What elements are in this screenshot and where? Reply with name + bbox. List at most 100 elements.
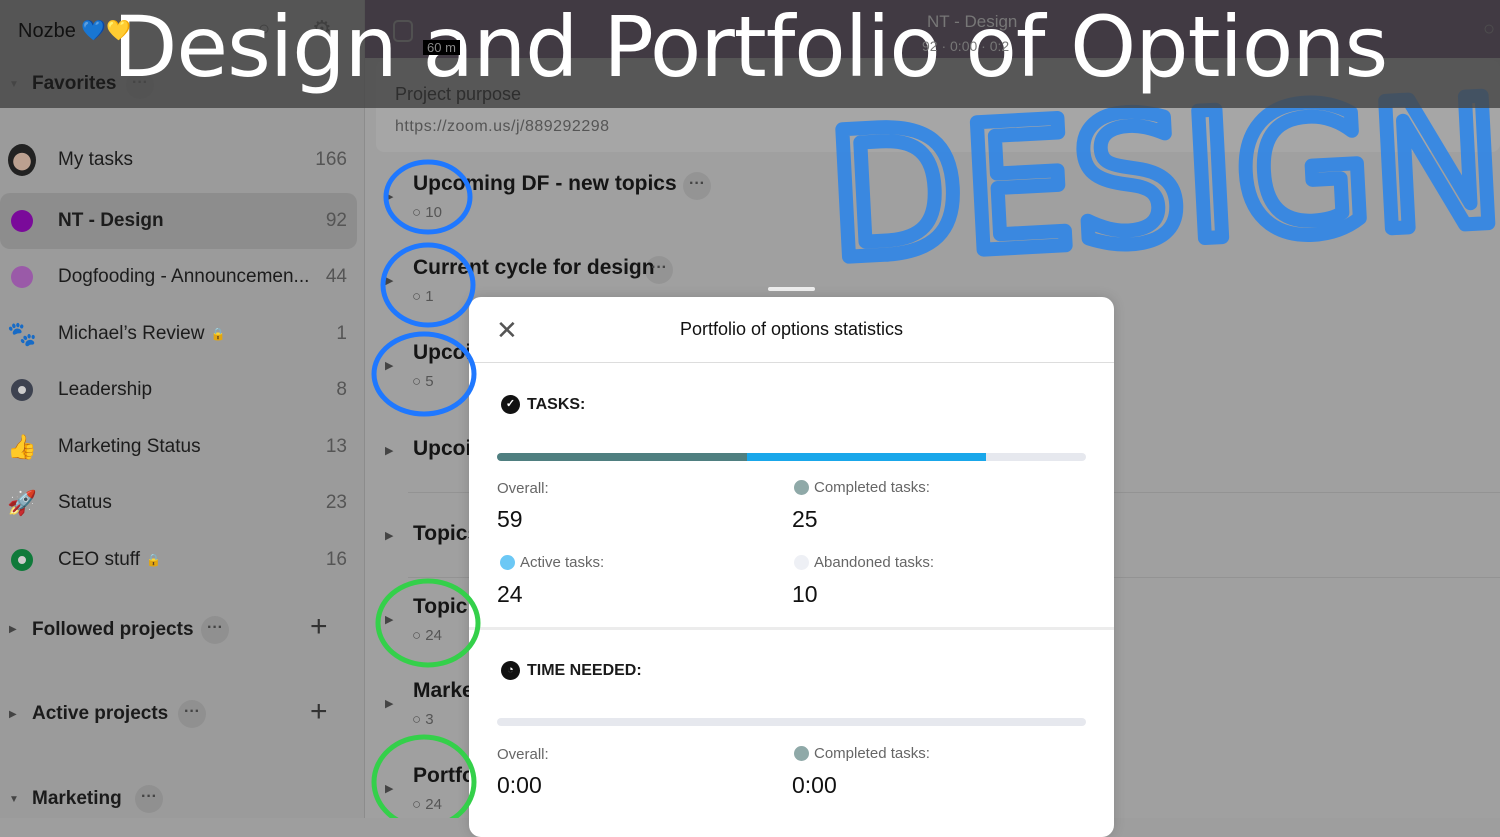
sidebar-item-label: NT - Design (58, 210, 164, 231)
active-label-text: Active tasks: (520, 554, 605, 571)
expand-icon[interactable]: ▶ (385, 613, 393, 626)
favorites-heading[interactable]: Favorites (32, 73, 116, 95)
project-purpose-url[interactable]: https://zoom.us/j/889292298 (395, 118, 610, 136)
project-header: 60 m NT - Design 92 · 0:00 · 0:2 ○ (365, 0, 1500, 58)
task-count: ○ 24 (412, 627, 442, 644)
task-count: ○ 3 (412, 711, 434, 728)
active-swatch (500, 555, 515, 570)
sidebar-item-count: 8 (336, 379, 347, 400)
sidebar-item-ceo-stuff[interactable]: CEO stuff 🔒 16 (0, 532, 357, 588)
sidebar-item-label: My tasks (58, 149, 133, 170)
time-heading: ◔ TIME NEEDED: (501, 661, 642, 680)
sidebar-item-leadership[interactable]: Leadership 8 (0, 362, 357, 418)
sidebar-item-marketing-status[interactable]: 👍 Marketing Status 13 (0, 419, 357, 475)
tasks-heading: ✓ TASKS: (501, 395, 585, 414)
more-icon[interactable]: ··· (178, 700, 206, 728)
overall-label: Overall: (497, 480, 549, 497)
ring-icon (8, 376, 36, 404)
abandoned-label: Abandoned tasks: (794, 554, 934, 571)
sidebar-item-count: 44 (325, 266, 347, 287)
task-count: ○ 24 (412, 796, 442, 813)
more-icon[interactable]: ··· (126, 71, 154, 99)
sidebar-item-label: Dogfooding - Announcemen... (58, 266, 310, 287)
section-title: Marke (413, 679, 474, 702)
sidebar-item-status[interactable]: 🚀 Status 23 (0, 475, 357, 531)
abandoned-swatch (794, 555, 809, 570)
time-heading-label: TIME NEEDED: (527, 661, 642, 679)
divider (469, 362, 1114, 363)
marketing-heading[interactable]: Marketing (32, 788, 122, 810)
search-icon[interactable]: ○ (1483, 18, 1495, 41)
expand-icon[interactable]: ▶ (385, 274, 393, 287)
project-title: NT - Design (927, 12, 1018, 31)
completed-value: 25 (792, 506, 818, 532)
thumbs-up-icon: 👍 (7, 433, 37, 461)
lock-icon: 🔒 (210, 327, 226, 341)
more-icon[interactable]: ··· (135, 785, 163, 813)
active-label: Active tasks: (500, 554, 604, 571)
expand-icon[interactable]: ▶ (385, 529, 393, 542)
collapse-icon[interactable]: ▼ (9, 79, 19, 90)
ring-icon (8, 546, 36, 574)
completed-segment (497, 453, 747, 461)
timer-badge: 60 m (423, 40, 460, 55)
active-projects-heading[interactable]: Active projects (32, 703, 168, 725)
sidebar-item-nt-design[interactable]: NT - Design 92 (0, 193, 357, 249)
completed-label: Completed tasks: (794, 479, 930, 496)
active-value: 24 (497, 581, 523, 607)
task-count-value: 10 (425, 204, 442, 221)
app-brand: Nozbe 💙💛 (18, 20, 132, 42)
drag-handle[interactable] (768, 287, 815, 291)
more-icon[interactable]: ··· (645, 256, 673, 284)
sidebar-item-dogfooding[interactable]: Dogfooding - Announcemen... 44 (0, 249, 357, 305)
more-icon[interactable]: ··· (201, 616, 229, 644)
abandoned-label-text: Abandoned tasks: (814, 554, 935, 571)
sidebar-item-count: 13 (325, 436, 347, 457)
modal-title: Portfolio of options statistics (679, 319, 904, 339)
task-count-value: 24 (425, 796, 442, 813)
expand-icon[interactable]: ▶ (9, 709, 17, 720)
section-title: Upcoi (413, 437, 472, 460)
collapse-icon[interactable]: ▼ (9, 794, 19, 805)
followed-projects-heading[interactable]: Followed projects (32, 619, 194, 641)
completed-swatch (794, 746, 809, 761)
sidebar: Nozbe 💙💛 ○ ⚙ ▼ Favorites ··· My tasks 16… (0, 0, 365, 818)
active-segment (746, 453, 987, 461)
task-count-value: 5 (425, 373, 434, 390)
completed-swatch (794, 480, 809, 495)
project-purpose-box[interactable]: Project purpose https://zoom.us/j/889292… (376, 60, 1500, 152)
expand-icon[interactable]: ▶ (385, 190, 393, 203)
abandoned-value: 10 (792, 581, 818, 607)
expand-icon[interactable]: ▶ (385, 782, 393, 795)
paw-icon: 🐾 (7, 320, 37, 348)
search-icon[interactable]: ○ (258, 18, 270, 41)
expand-icon[interactable]: ▶ (9, 624, 17, 635)
sidebar-item-label: Michael’s Review (58, 323, 205, 344)
gear-icon[interactable]: ⚙ (312, 16, 332, 42)
sidebar-item-count: 23 (325, 492, 347, 513)
add-icon[interactable]: + (310, 695, 328, 729)
sidebar-item-count: 1 (336, 323, 347, 344)
sidebar-item-count: 92 (325, 210, 347, 231)
time-completed-value: 0:00 (792, 772, 837, 798)
avatar (8, 144, 36, 176)
sidebar-item-label: Leadership (58, 379, 153, 400)
task-count: ○ 1 (412, 288, 434, 305)
time-overall-value: 0:00 (497, 772, 542, 798)
statistics-modal: ✕ Portfolio of options statistics ✓ TASKS… (469, 297, 1114, 837)
overall-value: 59 (497, 506, 523, 532)
expand-icon[interactable]: ▶ (385, 697, 393, 710)
time-overall-label: Overall: (497, 746, 549, 763)
sidebar-toggle-icon[interactable] (393, 20, 413, 42)
sidebar-item-my-tasks[interactable]: My tasks 166 (0, 132, 357, 188)
time-completed-label-text: Completed tasks: (814, 745, 930, 762)
more-icon[interactable]: ··· (683, 172, 711, 200)
add-icon[interactable]: + (310, 610, 328, 644)
clock-icon: ◔ (501, 661, 520, 680)
sidebar-item-michaels-review[interactable]: 🐾 Michael’s Review 🔒 1 (0, 306, 357, 362)
expand-icon[interactable]: ▶ (385, 444, 393, 457)
check-circle-icon: ✓ (501, 395, 520, 414)
task-count: ○ 5 (412, 373, 434, 390)
expand-icon[interactable]: ▶ (385, 359, 393, 372)
completed-label-text: Completed tasks: (814, 479, 930, 496)
